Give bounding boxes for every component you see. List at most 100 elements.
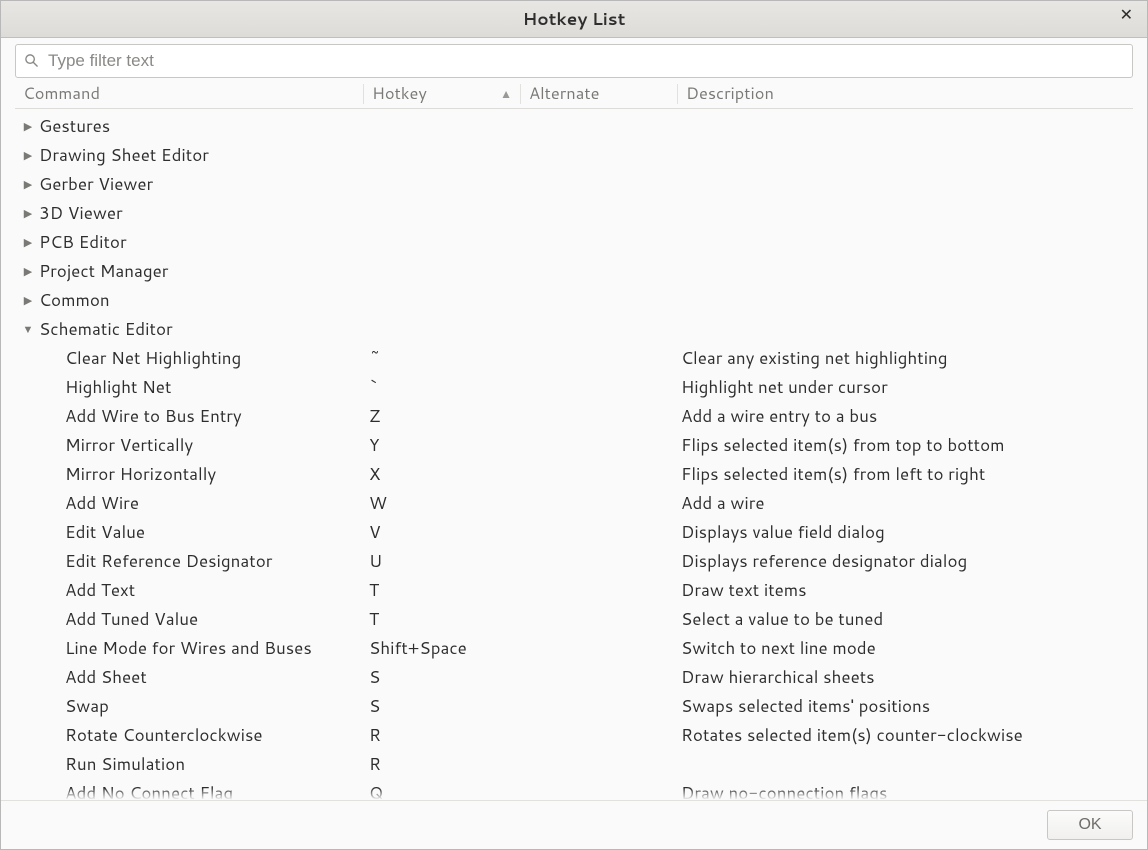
hotkey-desc: Displays reference designator dialog [681,549,1133,573]
category-label: PCB Editor [37,230,127,254]
category-label: 3D Viewer [37,201,123,225]
hotkey-key: U [369,549,525,573]
category-row[interactable]: ▶Gestures [15,111,1133,140]
category-row[interactable]: ▶Drawing Sheet Editor [15,140,1133,169]
titlebar[interactable]: Hotkey List ✕ [1,1,1147,38]
header-hotkey[interactable]: Hotkey ▲ [364,82,520,105]
chevron-right-icon[interactable]: ▶ [19,292,37,308]
header-command[interactable]: Command [15,82,363,105]
hotkey-desc: Highlight net under cursor [681,375,1133,399]
category-row[interactable]: ▶3D Viewer [15,198,1133,227]
hotkey-command: Clear Net Highlighting [15,346,369,370]
header-command-label: Command [23,82,100,105]
header-hotkey-label: Hotkey [372,82,427,105]
dialog-content: Command Hotkey ▲ Alternate Description ▶… [1,38,1147,800]
hotkey-command: Add Tuned Value [15,607,369,631]
search-icon [24,53,39,68]
hotkey-row[interactable]: Add Tuned ValueT Select a value to be tun… [15,604,1133,633]
hotkey-key: Y [369,433,525,457]
chevron-right-icon[interactable]: ▶ [19,263,37,279]
hotkey-command: Run Simulation [15,752,369,776]
hotkey-key: Z [369,404,525,428]
hotkey-command: Highlight Net [15,375,369,399]
hotkey-desc: Flips selected item(s) from left to righ… [681,462,1133,486]
hotkey-command: Mirror Horizontally [15,462,369,486]
category-row[interactable]: ▶PCB Editor [15,227,1133,256]
hotkey-key: S [369,665,525,689]
hotkey-row[interactable]: Highlight Net`Highlight net under cursor [15,372,1133,401]
chevron-right-icon[interactable]: ▶ [19,176,37,192]
category-label: Gestures [37,114,110,138]
hotkey-command: Mirror Vertically [15,433,369,457]
category-row[interactable]: ▶Common [15,285,1133,314]
hotkey-key: Q [369,781,525,800]
hotkey-desc: Draw hierarchical sheets [681,665,1133,689]
hotkey-desc: Displays value field dialog [681,520,1133,544]
hotkey-key: R [369,723,525,747]
hotkey-command: Rotate Counterclockwise [15,723,369,747]
category-label: Drawing Sheet Editor [37,143,209,167]
hotkey-row[interactable]: Add TextT Draw text items [15,575,1133,604]
hotkey-desc: Add a wire entry to a bus [681,404,1133,428]
hotkey-desc: Draw no-connection flags [681,781,1133,800]
hotkey-tree[interactable]: ▶Gestures▶Drawing Sheet Editor▶Gerber Vi… [15,109,1133,799]
chevron-right-icon[interactable]: ▶ [19,205,37,221]
hotkey-command: Add Wire [15,491,369,515]
header-alternate[interactable]: Alternate [521,82,677,105]
hotkey-row[interactable]: Edit Reference DesignatorU Displays refer… [15,546,1133,575]
chevron-right-icon[interactable]: ▶ [19,234,37,250]
header-alternate-label: Alternate [529,82,599,105]
hotkey-key: Shift+Space [369,636,525,660]
category-label: Gerber Viewer [37,172,153,196]
chevron-down-icon[interactable]: ▼ [19,321,37,337]
hotkey-list-dialog: Hotkey List ✕ Command Hotkey ▲ Alternate [0,0,1148,850]
hotkey-desc: Select a value to be tuned [681,607,1133,631]
hotkey-key: T [369,607,525,631]
hotkey-key: X [369,462,525,486]
hotkey-desc: Swaps selected items' positions [681,694,1133,718]
chevron-right-icon[interactable]: ▶ [19,118,37,134]
hotkey-row[interactable]: Run SimulationR [15,749,1133,778]
category-row[interactable]: ▶Gerber Viewer [15,169,1133,198]
hotkey-row[interactable]: Mirror VerticallyYFlips selected item(s)… [15,430,1133,459]
hotkey-key: T [369,578,525,602]
hotkey-desc: Switch to next line mode [681,636,1133,660]
hotkey-command: Add Sheet [15,665,369,689]
hotkey-key: R [369,752,525,776]
hotkey-desc: Add a wire [681,491,1133,515]
header-description[interactable]: Description [678,82,1133,105]
sort-asc-icon: ▲ [500,85,512,102]
header-description-label: Description [686,82,774,105]
hotkey-command: Add Text [15,578,369,602]
ok-button[interactable]: OK [1047,810,1133,840]
hotkey-row[interactable]: SwapSSwaps selected items' positions [15,691,1133,720]
filter-input[interactable] [15,44,1133,78]
hotkey-row[interactable]: Add No Connect FlagQ Draw no-connection f… [15,778,1133,799]
hotkey-row[interactable]: Rotate CounterclockwiseR Rotates selected… [15,720,1133,749]
hotkey-command: Edit Reference Designator [15,549,369,573]
hotkey-row[interactable]: Line Mode for Wires and BusesShift+Space… [15,633,1133,662]
hotkey-key: S [369,694,525,718]
filter-wrap [15,44,1133,78]
hotkey-desc: Draw text items [681,578,1133,602]
category-row[interactable]: ▶Project Manager [15,256,1133,285]
close-icon[interactable]: ✕ [1116,5,1137,25]
category-label: Schematic Editor [37,317,173,341]
hotkey-desc: Rotates selected item(s) counter-clockwi… [681,723,1133,747]
hotkey-row[interactable]: Clear Net Highlighting~Clear any existin… [15,343,1133,372]
hotkey-row[interactable]: Edit ValueVDisplays value field dialog [15,517,1133,546]
hotkey-row[interactable]: Add WireW Add a wire [15,488,1133,517]
hotkey-command: Add No Connect Flag [15,781,369,800]
category-label: Common [37,288,110,312]
hotkey-row[interactable]: Add Wire to Bus EntryZ Add a wire entry t… [15,401,1133,430]
hotkey-key: W [369,491,525,515]
hotkey-row[interactable]: Mirror HorizontallyX Flips selected item(… [15,459,1133,488]
dialog-title: Hotkey List [523,7,626,31]
category-label: Project Manager [37,259,168,283]
hotkey-command: Add Wire to Bus Entry [15,404,369,428]
chevron-right-icon[interactable]: ▶ [19,147,37,163]
hotkey-row[interactable]: Add SheetS Draw hierarchical sheets [15,662,1133,691]
dialog-footer: OK [1,800,1147,849]
column-headers: Command Hotkey ▲ Alternate Description [15,80,1133,110]
category-row[interactable]: ▼Schematic Editor [15,314,1133,343]
